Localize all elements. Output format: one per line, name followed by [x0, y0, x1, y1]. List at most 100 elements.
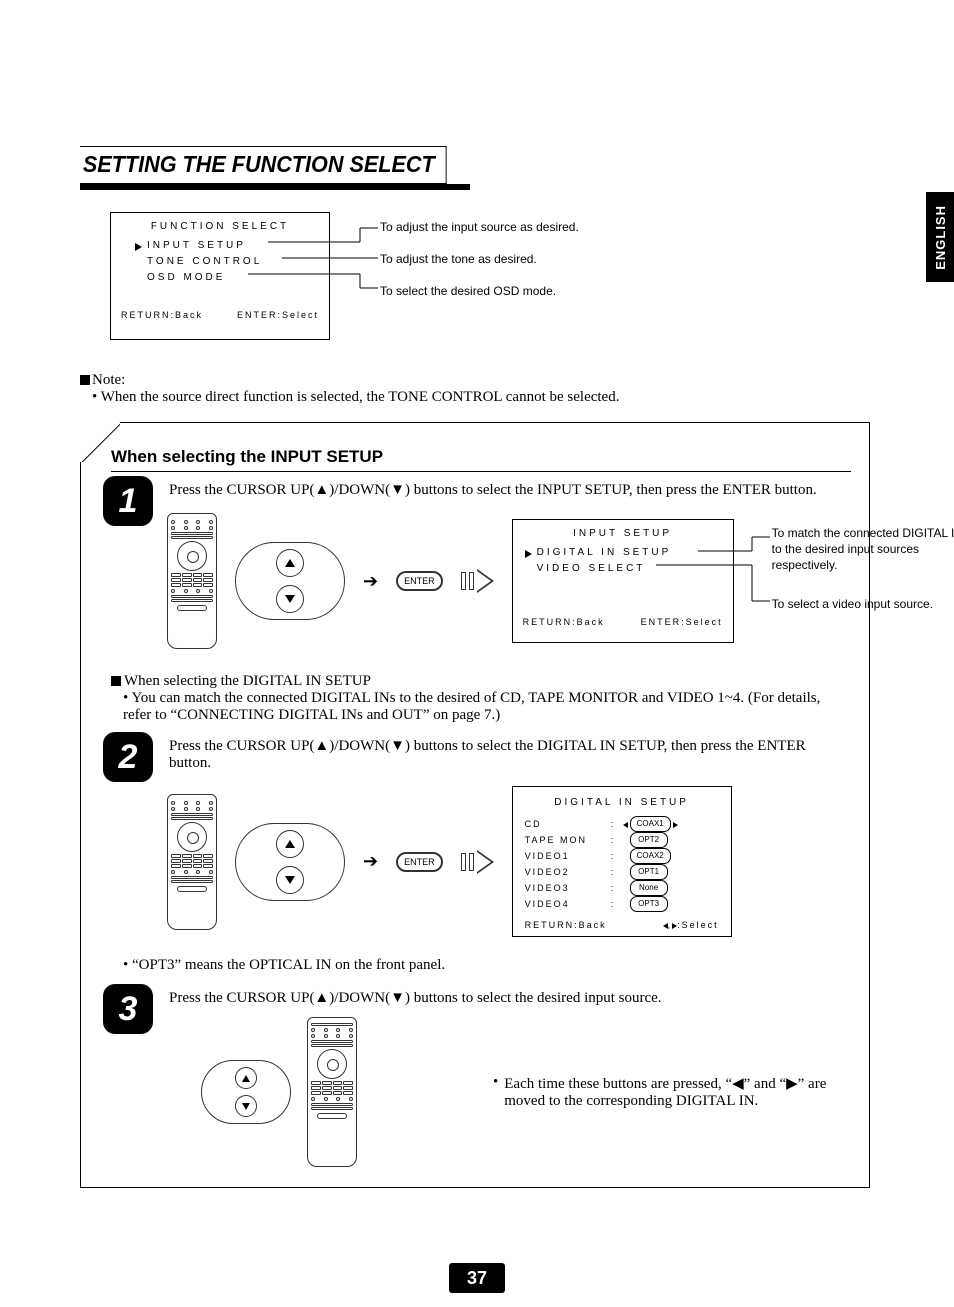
osd-footer: RETURN:Back ENTER:Select [523, 617, 723, 627]
square-bullet-icon [80, 375, 90, 385]
subsection-bullet: You can match the connected DIGITAL INs … [123, 690, 820, 723]
osd-function-area: FUNCTION SELECT INPUT SETUP TONE CONTROL… [80, 212, 870, 352]
clipped-corner [80, 422, 120, 462]
osd-footer-left: RETURN:Back [525, 920, 607, 930]
transition-arrow-icon [461, 569, 494, 593]
osd-item-label: OSD MODE [147, 272, 225, 283]
din-rows: CD: COAX1 TAPE MON:OPT2 VIDEO1:COAX2 VID… [525, 816, 719, 912]
osd-item: VIDEO SELECT [537, 561, 723, 577]
cursor-up-down-illustration [235, 542, 345, 620]
din-value: OPT2 [630, 832, 668, 848]
arrow-right-icon: ➔ [363, 851, 378, 872]
osd-footer: RETURN:Back ENTER:Select [121, 310, 319, 320]
osd-function-select: FUNCTION SELECT INPUT SETUP TONE CONTROL… [110, 212, 330, 340]
cursor-right-icon [135, 240, 142, 256]
osd-callouts: To adjust the input source as desired. T… [380, 220, 579, 304]
cursor-down-icon [276, 866, 304, 894]
enter-button-illustration: ENTER [396, 571, 443, 591]
din-key: CD [525, 817, 611, 831]
din-key: VIDEO3 [525, 881, 611, 895]
osd-item: INPUT SETUP [147, 238, 319, 254]
step1-diagram: ➔ ENTER INPUT SETUP D [167, 513, 851, 649]
osd-footer-left: RETURN:Back [121, 310, 203, 320]
cursor-right-icon [525, 547, 532, 563]
subsection: When selecting the DIGITAL IN SETUP • Yo… [111, 673, 851, 724]
language-tab-label: ENGLISH [933, 205, 948, 270]
osd-title: FUNCTION SELECT [121, 221, 319, 232]
din-value: COAX2 [630, 848, 671, 864]
din-row: TAPE MON:OPT2 [525, 832, 719, 848]
enter-label: ENTER [404, 857, 435, 867]
section-title-underline [80, 184, 470, 190]
step2-diagram: ➔ ENTER DIGITAL IN SETUP CD: COAX1 [167, 786, 851, 937]
din-key: VIDEO1 [525, 849, 611, 863]
step3-side-note: •Each time these buttons are pressed, “◀… [493, 1074, 851, 1110]
remote-illustration [167, 794, 217, 930]
osd-item-label: DIGITAL IN SETUP [537, 547, 672, 558]
osd-digital-in-setup: DIGITAL IN SETUP CD: COAX1 TAPE MON:OPT2… [512, 786, 732, 937]
cursor-down-icon [235, 1095, 257, 1117]
cursor-up-icon [276, 830, 304, 858]
osd-footer-right: ,:Select [663, 920, 719, 930]
page-number: 37 [449, 1263, 505, 1293]
square-bullet-icon [111, 676, 121, 686]
procedure-heading: When selecting the INPUT SETUP [111, 447, 851, 472]
osd-callouts: To match the connected DIGITAL INs to th… [772, 525, 954, 612]
step3-diagram: •Each time these buttons are pressed, “◀… [201, 1017, 851, 1167]
procedure-box: When selecting the INPUT SETUP 1 Press t… [80, 422, 870, 1188]
section-title: SETTING THE FUNCTION SELECT [80, 146, 447, 184]
cursor-up-icon [235, 1067, 257, 1089]
din-row: VIDEO2:OPT1 [525, 864, 719, 880]
note-label: Note: [92, 372, 125, 388]
cursor-up-icon [276, 549, 304, 577]
din-key: VIDEO2 [525, 865, 611, 879]
callout-text: To adjust the input source as desired. [380, 220, 579, 234]
section-title-wrap: SETTING THE FUNCTION SELECT [80, 146, 470, 184]
language-tab: ENGLISH [926, 192, 954, 282]
step-text: Press the CURSOR UP(▲)/DOWN(▼) buttons t… [169, 990, 851, 1007]
osd-item: DIGITAL IN SETUP [537, 545, 723, 561]
din-row: VIDEO1:COAX2 [525, 848, 719, 864]
opt3-note: • “OPT3” means the OPTICAL IN on the fro… [123, 957, 851, 974]
din-key: TAPE MON [525, 833, 611, 847]
osd-item-list: INPUT SETUP TONE CONTROL OSD MODE [147, 238, 319, 286]
callout-connectors-svg [734, 519, 774, 649]
subsection-heading: When selecting the DIGITAL IN SETUP [124, 673, 371, 689]
osd-title: DIGITAL IN SETUP [525, 797, 719, 808]
step-3: 3 Press the CURSOR UP(▲)/DOWN(▼) buttons… [111, 990, 851, 1167]
osd-item: OSD MODE [147, 270, 319, 286]
note-bullet: When the source direct function is selec… [101, 389, 620, 405]
remote-illustration [307, 1017, 357, 1167]
osd-footer: RETURN:Back ,:Select [525, 920, 719, 930]
enter-label: ENTER [404, 576, 435, 586]
remote-illustration [167, 513, 217, 649]
osd-footer-left: RETURN:Back [523, 617, 605, 627]
cursor-up-down-illustration [235, 823, 345, 901]
din-value: None [630, 880, 668, 896]
transition-arrow-icon [461, 850, 494, 874]
cursor-right-icon [673, 817, 678, 831]
step-2: 2 Press the CURSOR UP(▲)/DOWN(▼) buttons… [111, 738, 851, 937]
din-row: VIDEO3:None [525, 880, 719, 896]
callout-text: To select a video input source. [772, 596, 954, 612]
callout-text: To match the connected DIGITAL INs to th… [772, 525, 954, 574]
din-key: VIDEO4 [525, 897, 611, 911]
cursor-down-icon [276, 585, 304, 613]
osd-item-label: TONE CONTROL [147, 256, 262, 267]
step-text: Press the CURSOR UP(▲)/DOWN(▼) buttons t… [169, 482, 851, 499]
din-value: COAX1 [630, 816, 671, 832]
cursor-left-icon [623, 817, 628, 831]
step-number-badge: 1 [103, 476, 153, 526]
osd-footer-right: ENTER:Select [237, 310, 319, 320]
osd-title: INPUT SETUP [523, 528, 723, 539]
enter-button-illustration: ENTER [396, 852, 443, 872]
din-value: OPT1 [630, 864, 668, 880]
callout-text: To select the desired OSD mode. [380, 284, 556, 298]
osd-footer-right: ENTER:Select [641, 617, 723, 627]
page-content: SETTING THE FUNCTION SELECT FUNCTION SEL… [80, 146, 870, 1188]
callout-text: To adjust the tone as desired. [380, 252, 537, 266]
din-value: OPT3 [630, 896, 668, 912]
cursor-up-down-illustration [201, 1060, 291, 1124]
step-number-badge: 2 [103, 732, 153, 782]
arrow-right-icon: ➔ [363, 571, 378, 592]
